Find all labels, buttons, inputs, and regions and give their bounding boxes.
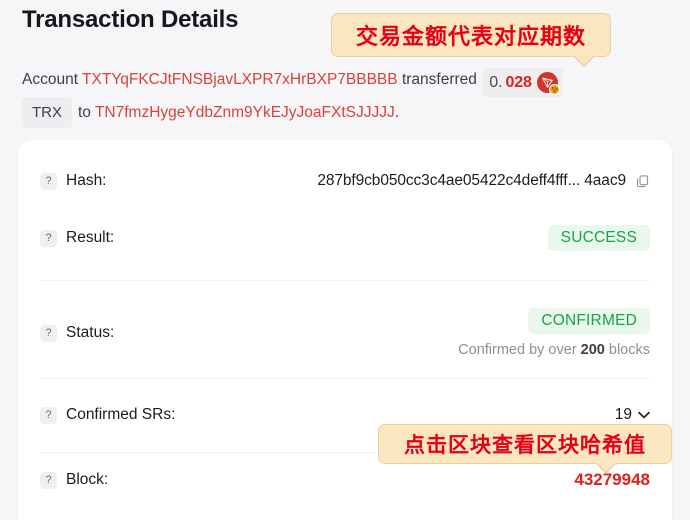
status-label-text: Status:: [66, 324, 115, 341]
annotation-callout-block: 点击区块查看区块哈希值: [378, 424, 672, 474]
chevron-down-icon[interactable]: [638, 408, 650, 422]
hash-label-text: Hash:: [66, 172, 107, 189]
help-icon[interactable]: ?: [40, 172, 57, 190]
transaction-summary: Account TXTYqFKCJtFNSBjavLXPR7xHrBXP7BBB…: [22, 66, 662, 128]
status-badge-result: SUCCESS: [547, 225, 650, 251]
hash-value[interactable]: 287bf9cb050cc3c4ae05422c4deff4fff... 4aa…: [317, 172, 626, 190]
hash-row-value: 287bf9cb050cc3c4ae05422c4deff4fff... 4aa…: [317, 172, 650, 190]
confirmed-srs-row-label: ? Confirmed SRs:: [40, 406, 175, 424]
help-icon[interactable]: ?: [40, 471, 57, 489]
table-row-block: ? Block: 43279948: [40, 470, 650, 490]
block-row-label: ? Block:: [40, 471, 108, 489]
status-badge-confirmed: CONFIRMED: [528, 308, 650, 334]
result-row-value: SUCCESS: [547, 225, 650, 251]
token-verified-badge-icon: [548, 84, 560, 95]
help-icon[interactable]: ?: [40, 229, 57, 247]
from-address-link[interactable]: TXTYqFKCJtFNSBjavLXPR7xHrBXP7BBBBB: [82, 71, 398, 88]
to-address-link[interactable]: TN7fmzHygeYdbZnm9YkEJyJoaFXtSJJJJJ: [95, 104, 395, 121]
sentence-period: .: [394, 104, 400, 121]
account-label: Account: [22, 71, 79, 88]
help-icon[interactable]: ?: [40, 324, 57, 342]
confirmation-note-suffix: blocks: [604, 342, 650, 358]
trx-token-icon: [536, 72, 560, 95]
row-divider: [40, 280, 650, 281]
block-label-text: Block:: [66, 471, 109, 488]
copy-icon[interactable]: [635, 174, 650, 189]
result-row-label: ? Result:: [40, 229, 114, 247]
confirmed-srs-count: 19: [614, 406, 632, 423]
transferred-label: transferred: [401, 71, 477, 88]
amount-decimal: 028: [505, 74, 532, 91]
status-row-value: CONFIRMED Confirmed by over 200 blocks: [458, 308, 650, 358]
confirmation-note: Confirmed by over 200 blocks: [458, 342, 650, 358]
page-title: Transaction Details: [22, 6, 239, 33]
confirmed-srs-value[interactable]: 19: [615, 406, 650, 424]
help-icon[interactable]: ?: [40, 406, 57, 424]
table-row-confirmed-srs: ? Confirmed SRs: 19: [40, 406, 650, 424]
table-row-hash: ? Hash: 287bf9cb050cc3c4ae05422c4deff4ff…: [40, 172, 650, 190]
amount-integer: 0.: [489, 74, 503, 91]
confirmation-note-prefix: Confirmed by over: [458, 342, 581, 358]
table-row-status: ? Status: CONFIRMED Confirmed by over 20…: [40, 308, 650, 358]
confirmed-srs-label-text: Confirmed SRs:: [66, 406, 176, 423]
hash-row-label: ? Hash:: [40, 172, 107, 190]
status-row-label: ? Status:: [40, 324, 114, 342]
table-row-result: ? Result: SUCCESS: [40, 225, 650, 251]
row-divider: [40, 378, 650, 379]
result-label-text: Result:: [66, 229, 115, 246]
annotation-callout-amount: 交易金额代表对应期数: [331, 13, 611, 67]
to-label: to: [78, 104, 91, 121]
token-symbol-chip: TRX: [22, 97, 72, 128]
confirmation-block-count: 200: [580, 342, 605, 358]
amount-chip: 0. 028: [482, 68, 563, 97]
